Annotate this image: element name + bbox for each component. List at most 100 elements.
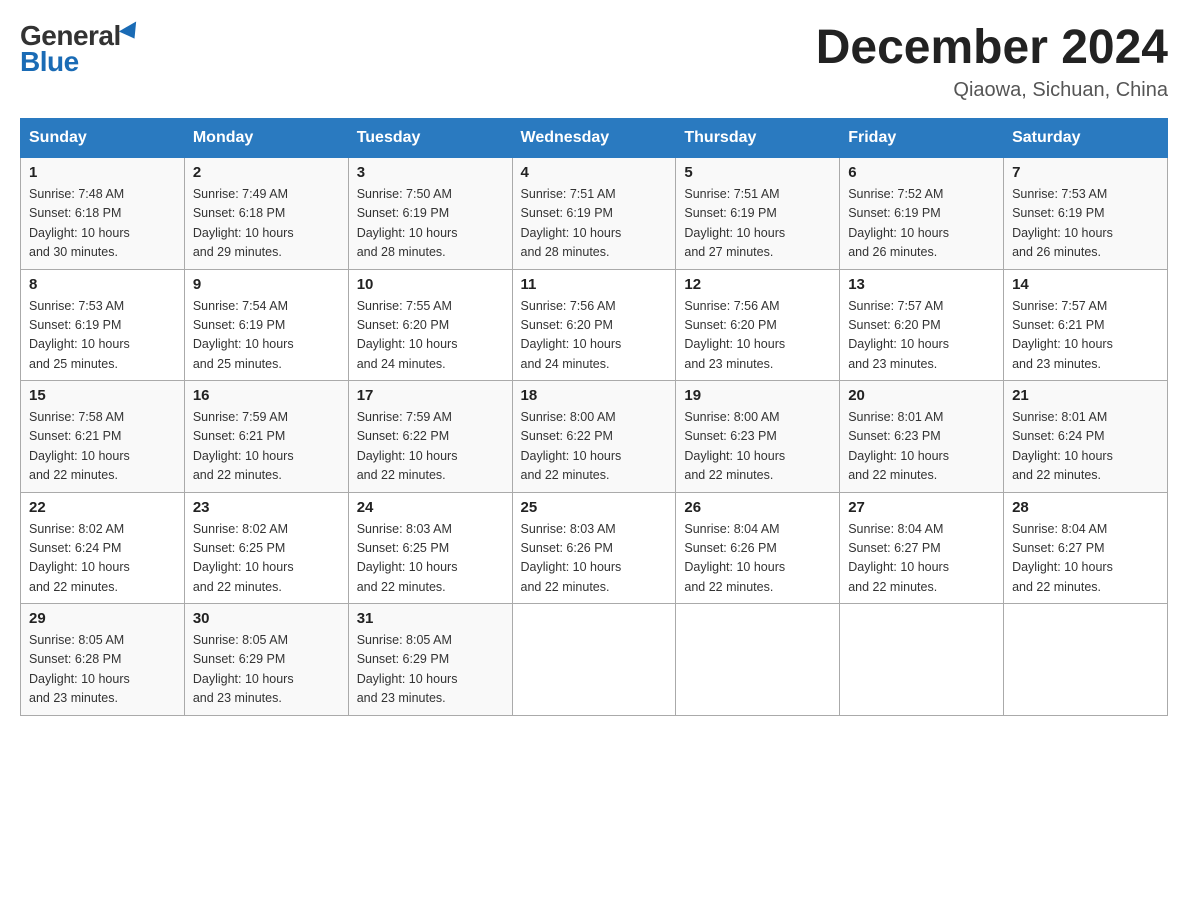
day-number: 2: [193, 164, 340, 181]
day-info: Sunrise: 8:04 AMSunset: 6:27 PMDaylight:…: [1012, 520, 1159, 598]
day-info: Sunrise: 7:54 AMSunset: 6:19 PMDaylight:…: [193, 297, 340, 375]
day-info: Sunrise: 7:57 AMSunset: 6:21 PMDaylight:…: [1012, 297, 1159, 375]
weekday-header-friday: Friday: [840, 119, 1004, 158]
calendar-cell: 19Sunrise: 8:00 AMSunset: 6:23 PMDayligh…: [676, 381, 840, 493]
day-info: Sunrise: 7:51 AMSunset: 6:19 PMDaylight:…: [521, 185, 668, 263]
day-info: Sunrise: 7:53 AMSunset: 6:19 PMDaylight:…: [1012, 185, 1159, 263]
day-number: 21: [1012, 387, 1159, 404]
day-number: 4: [521, 164, 668, 181]
day-number: 1: [29, 164, 176, 181]
day-number: 17: [357, 387, 504, 404]
day-number: 28: [1012, 499, 1159, 516]
calendar-cell: 9 Sunrise: 7:54 AMSunset: 6:19 PMDaylight…: [184, 269, 348, 381]
day-info: Sunrise: 8:00 AMSunset: 6:22 PMDaylight:…: [521, 408, 668, 486]
calendar-cell: 14 Sunrise: 7:57 AMSunset: 6:21 PMDayligh…: [1004, 269, 1168, 381]
calendar-header: SundayMondayTuesdayWednesdayThursdayFrid…: [21, 119, 1168, 158]
calendar-cell: 16 Sunrise: 7:59 AMSunset: 6:21 PMDayligh…: [184, 381, 348, 493]
calendar-cell: 5 Sunrise: 7:51 AMSunset: 6:19 PMDaylight…: [676, 158, 840, 270]
calendar-cell: 25 Sunrise: 8:03 AMSunset: 6:26 PMDayligh…: [512, 492, 676, 604]
calendar-cell: 1 Sunrise: 7:48 AMSunset: 6:18 PMDaylight…: [21, 158, 185, 270]
day-number: 14: [1012, 276, 1159, 293]
day-info: Sunrise: 8:04 AMSunset: 6:27 PMDaylight:…: [848, 520, 995, 598]
day-info: Sunrise: 8:05 AMSunset: 6:29 PMDaylight:…: [193, 631, 340, 709]
day-info: Sunrise: 7:57 AMSunset: 6:20 PMDaylight:…: [848, 297, 995, 375]
day-info: Sunrise: 7:51 AMSunset: 6:19 PMDaylight:…: [684, 185, 831, 263]
day-number: 11: [521, 276, 668, 293]
day-info: Sunrise: 8:02 AMSunset: 6:25 PMDaylight:…: [193, 520, 340, 598]
day-info: Sunrise: 7:52 AMSunset: 6:19 PMDaylight:…: [848, 185, 995, 263]
day-info: Sunrise: 7:48 AMSunset: 6:18 PMDaylight:…: [29, 185, 176, 263]
calendar-cell: 7 Sunrise: 7:53 AMSunset: 6:19 PMDaylight…: [1004, 158, 1168, 270]
day-info: Sunrise: 8:03 AMSunset: 6:26 PMDaylight:…: [521, 520, 668, 598]
day-number: 31: [357, 610, 504, 627]
weekday-header-sunday: Sunday: [21, 119, 185, 158]
calendar-body: 1 Sunrise: 7:48 AMSunset: 6:18 PMDaylight…: [21, 158, 1168, 716]
calendar-cell: 6 Sunrise: 7:52 AMSunset: 6:19 PMDaylight…: [840, 158, 1004, 270]
weekday-header-wednesday: Wednesday: [512, 119, 676, 158]
day-number: 10: [357, 276, 504, 293]
day-number: 25: [521, 499, 668, 516]
week-row-3: 15Sunrise: 7:58 AMSunset: 6:21 PMDayligh…: [21, 381, 1168, 493]
week-row-5: 29 Sunrise: 8:05 AMSunset: 6:28 PMDayligh…: [21, 604, 1168, 716]
day-number: 13: [848, 276, 995, 293]
day-number: 20: [848, 387, 995, 404]
day-number: 27: [848, 499, 995, 516]
day-number: 5: [684, 164, 831, 181]
calendar-cell: 23Sunrise: 8:02 AMSunset: 6:25 PMDayligh…: [184, 492, 348, 604]
day-info: Sunrise: 8:02 AMSunset: 6:24 PMDaylight:…: [29, 520, 176, 598]
calendar-cell: 29 Sunrise: 8:05 AMSunset: 6:28 PMDayligh…: [21, 604, 185, 716]
calendar-cell: 22 Sunrise: 8:02 AMSunset: 6:24 PMDayligh…: [21, 492, 185, 604]
weekday-header-tuesday: Tuesday: [348, 119, 512, 158]
calendar-cell: 24 Sunrise: 8:03 AMSunset: 6:25 PMDayligh…: [348, 492, 512, 604]
calendar-cell: 2 Sunrise: 7:49 AMSunset: 6:18 PMDaylight…: [184, 158, 348, 270]
calendar-cell: 13 Sunrise: 7:57 AMSunset: 6:20 PMDayligh…: [840, 269, 1004, 381]
day-number: 22: [29, 499, 176, 516]
calendar-cell: 10 Sunrise: 7:55 AMSunset: 6:20 PMDayligh…: [348, 269, 512, 381]
calendar-cell: 28 Sunrise: 8:04 AMSunset: 6:27 PMDayligh…: [1004, 492, 1168, 604]
day-info: Sunrise: 7:58 AMSunset: 6:21 PMDaylight:…: [29, 408, 176, 486]
calendar-cell: 31 Sunrise: 8:05 AMSunset: 6:29 PMDayligh…: [348, 604, 512, 716]
page-header: General Blue December 2024 Qiaowa, Sichu…: [20, 20, 1168, 102]
logo: General Blue: [20, 20, 143, 78]
calendar-cell: 17 Sunrise: 7:59 AMSunset: 6:22 PMDayligh…: [348, 381, 512, 493]
calendar-table: SundayMondayTuesdayWednesdayThursdayFrid…: [20, 118, 1168, 716]
weekday-header-saturday: Saturday: [1004, 119, 1168, 158]
day-number: 12: [684, 276, 831, 293]
calendar-cell: 26Sunrise: 8:04 AMSunset: 6:26 PMDayligh…: [676, 492, 840, 604]
calendar-cell: 27 Sunrise: 8:04 AMSunset: 6:27 PMDayligh…: [840, 492, 1004, 604]
day-info: Sunrise: 7:56 AMSunset: 6:20 PMDaylight:…: [521, 297, 668, 375]
weekday-header-monday: Monday: [184, 119, 348, 158]
day-info: Sunrise: 8:00 AMSunset: 6:23 PMDaylight:…: [684, 408, 831, 486]
calendar-cell: [676, 604, 840, 716]
calendar-cell: [512, 604, 676, 716]
day-info: Sunrise: 8:05 AMSunset: 6:28 PMDaylight:…: [29, 631, 176, 709]
day-number: 18: [521, 387, 668, 404]
day-info: Sunrise: 7:59 AMSunset: 6:22 PMDaylight:…: [357, 408, 504, 486]
calendar-cell: [840, 604, 1004, 716]
day-number: 26: [684, 499, 831, 516]
day-number: 7: [1012, 164, 1159, 181]
calendar-cell: 15Sunrise: 7:58 AMSunset: 6:21 PMDayligh…: [21, 381, 185, 493]
calendar-cell: 18 Sunrise: 8:00 AMSunset: 6:22 PMDayligh…: [512, 381, 676, 493]
calendar-cell: 21Sunrise: 8:01 AMSunset: 6:24 PMDayligh…: [1004, 381, 1168, 493]
week-row-4: 22 Sunrise: 8:02 AMSunset: 6:24 PMDayligh…: [21, 492, 1168, 604]
week-row-1: 1 Sunrise: 7:48 AMSunset: 6:18 PMDaylight…: [21, 158, 1168, 270]
location-text: Qiaowa, Sichuan, China: [816, 79, 1168, 102]
day-info: Sunrise: 8:03 AMSunset: 6:25 PMDaylight:…: [357, 520, 504, 598]
logo-blue-text: Blue: [20, 46, 79, 78]
day-info: Sunrise: 7:49 AMSunset: 6:18 PMDaylight:…: [193, 185, 340, 263]
day-number: 9: [193, 276, 340, 293]
logo-arrow-icon: [119, 21, 143, 43]
day-number: 6: [848, 164, 995, 181]
day-info: Sunrise: 7:59 AMSunset: 6:21 PMDaylight:…: [193, 408, 340, 486]
title-area: December 2024 Qiaowa, Sichuan, China: [816, 20, 1168, 102]
calendar-cell: 11 Sunrise: 7:56 AMSunset: 6:20 PMDayligh…: [512, 269, 676, 381]
calendar-cell: 12Sunrise: 7:56 AMSunset: 6:20 PMDayligh…: [676, 269, 840, 381]
day-number: 16: [193, 387, 340, 404]
month-title: December 2024: [816, 20, 1168, 75]
day-number: 29: [29, 610, 176, 627]
day-number: 30: [193, 610, 340, 627]
day-info: Sunrise: 7:55 AMSunset: 6:20 PMDaylight:…: [357, 297, 504, 375]
day-number: 24: [357, 499, 504, 516]
day-info: Sunrise: 8:05 AMSunset: 6:29 PMDaylight:…: [357, 631, 504, 709]
